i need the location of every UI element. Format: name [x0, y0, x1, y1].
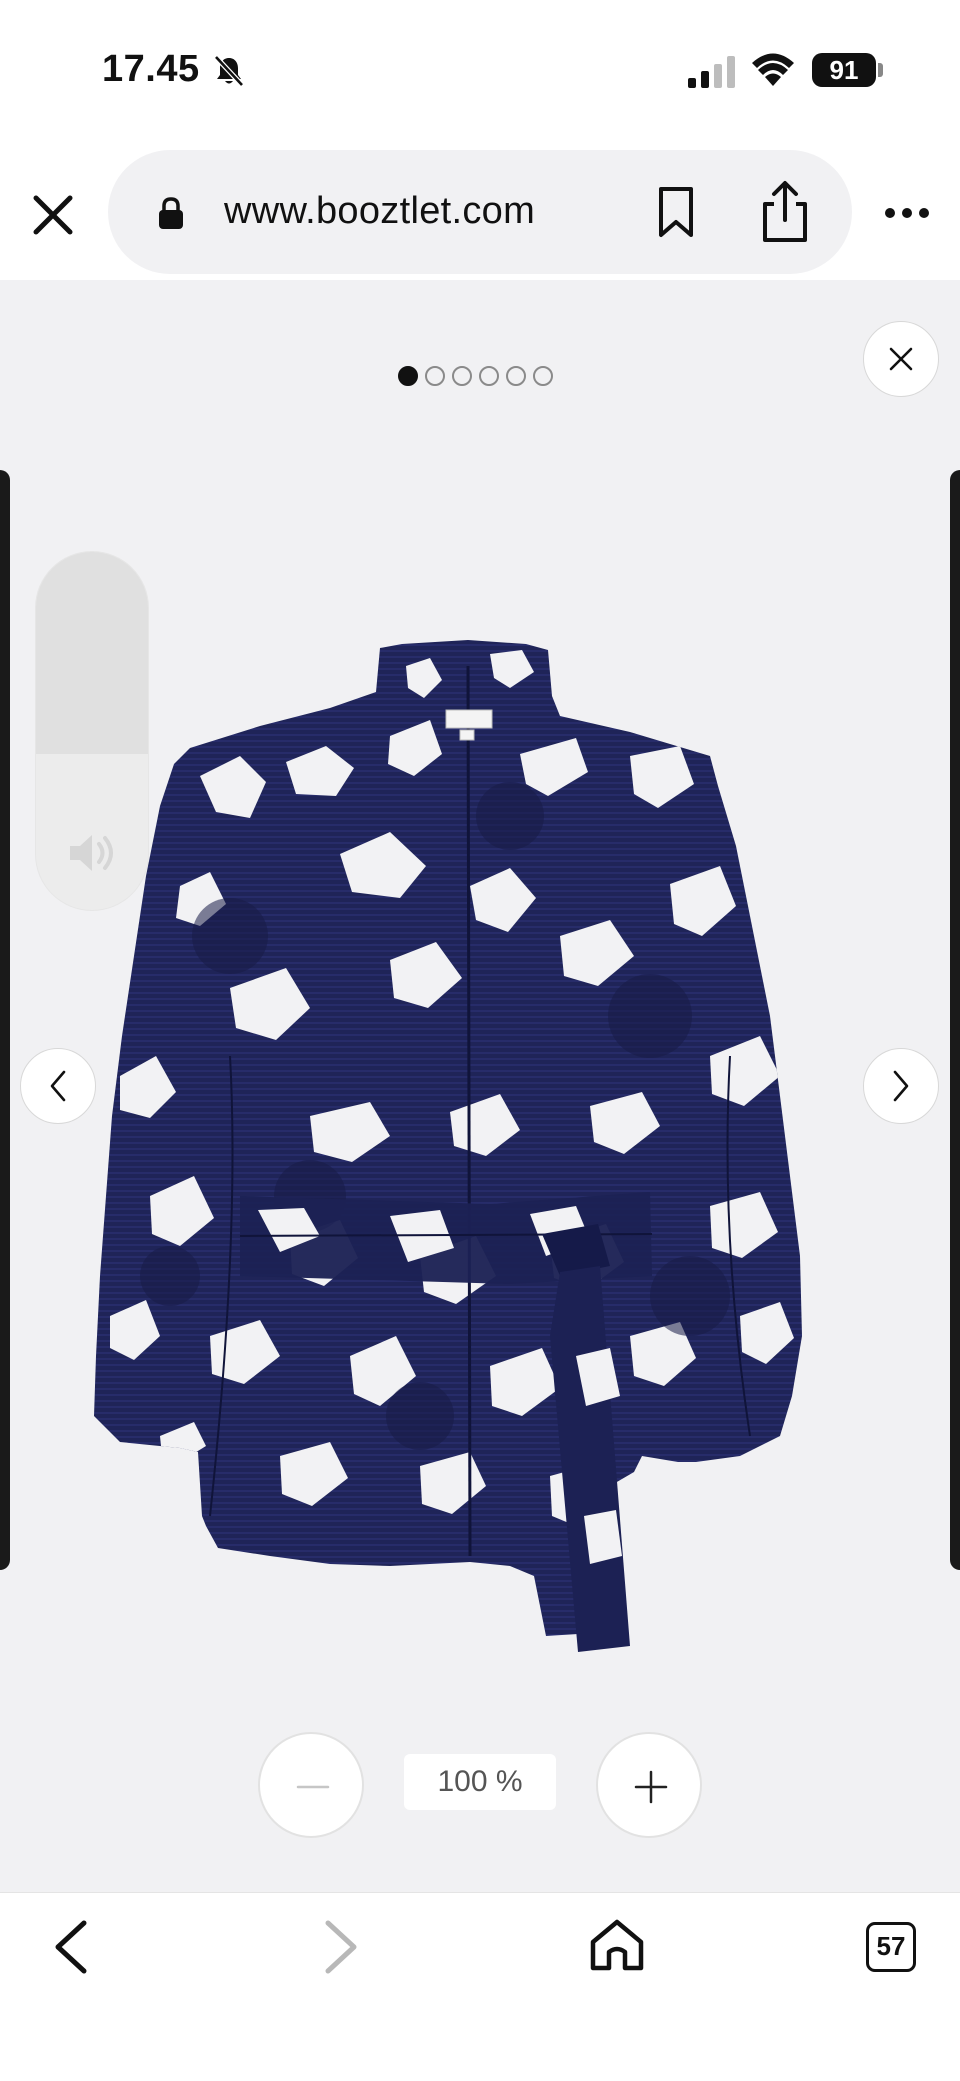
next-image-button[interactable] — [863, 1048, 939, 1124]
wifi-icon — [752, 53, 794, 86]
signal-icon — [688, 56, 735, 88]
pagination-dot[interactable] — [425, 366, 445, 386]
pagination-dot[interactable] — [533, 366, 553, 386]
screen-edge-right — [950, 470, 960, 1570]
back-icon[interactable] — [48, 1918, 94, 1976]
lock-icon — [159, 197, 183, 229]
previous-image-button[interactable] — [20, 1048, 96, 1124]
bookmark-icon[interactable] — [656, 186, 696, 238]
zoom-out-button[interactable] — [258, 1732, 364, 1838]
tabs-count-button[interactable]: 57 — [866, 1922, 916, 1972]
forward-icon[interactable] — [318, 1918, 364, 1976]
battery-indicator: 91 — [812, 53, 876, 87]
zoom-in-button[interactable] — [596, 1732, 702, 1838]
pagination-dot[interactable] — [398, 366, 418, 386]
zoom-level: 100 % — [404, 1754, 556, 1810]
close-icon[interactable] — [28, 190, 78, 240]
chevron-right-icon — [893, 1070, 909, 1102]
image-pagination-dots[interactable] — [398, 366, 553, 388]
share-icon[interactable] — [760, 180, 810, 244]
browser-bottom-bar — [0, 1892, 960, 2081]
pagination-dot[interactable] — [479, 366, 499, 386]
pagination-dot[interactable] — [452, 366, 472, 386]
status-time: 17.45 — [102, 48, 200, 90]
close-icon — [889, 347, 913, 371]
plus-icon — [634, 1770, 668, 1804]
pagination-dot[interactable] — [506, 366, 526, 386]
minus-icon — [296, 1785, 330, 1789]
close-viewer-button[interactable] — [863, 321, 939, 397]
more-icon[interactable] — [884, 206, 930, 220]
product-image-jacket[interactable] — [90, 636, 880, 1660]
bell-slash-icon — [214, 55, 244, 87]
home-icon[interactable] — [588, 1918, 646, 1972]
url-text[interactable]: www.booztlet.com — [224, 190, 535, 233]
chevron-left-icon — [50, 1070, 66, 1102]
screen-edge-left — [0, 470, 10, 1570]
battery-tip — [878, 63, 883, 77]
